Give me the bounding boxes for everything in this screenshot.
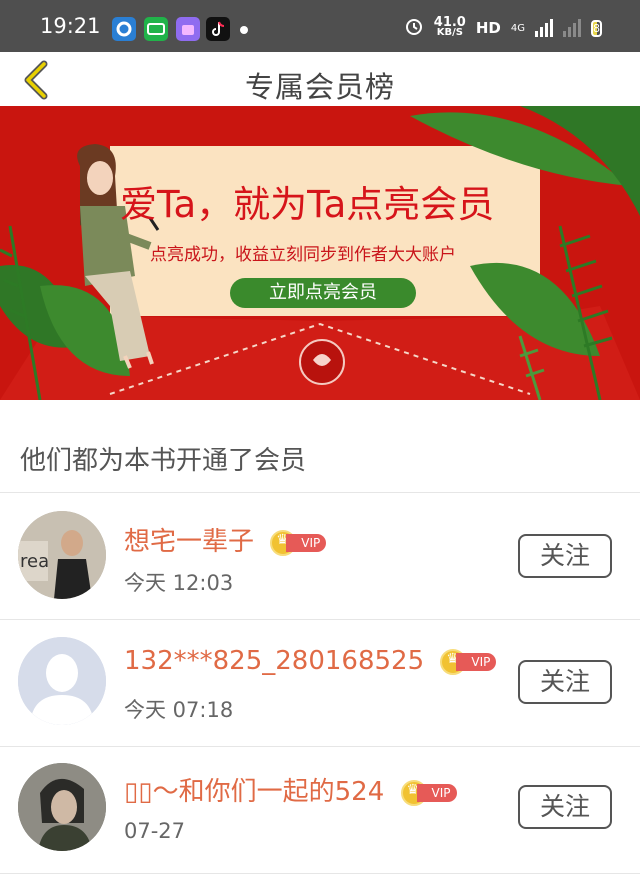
- follow-button[interactable]: 关注: [518, 660, 612, 704]
- signal-icon: [535, 19, 553, 37]
- member-time: 今天 12:03: [124, 571, 234, 595]
- network-speed: 41.0 KB/S: [434, 16, 466, 38]
- member-row[interactable]: ▯▯～和你们一起的524 VIP 07-27 关注: [0, 747, 640, 874]
- status-time: 19:21: [40, 14, 101, 38]
- hd-label: HD: [475, 19, 501, 37]
- speed-unit: KB/S: [436, 27, 463, 38]
- member-row[interactable]: rea 想宅一辈子 VIP 今天 12:03 关注: [0, 493, 640, 620]
- vip-badge: VIP: [400, 779, 457, 806]
- member-time: 今天 07:18: [124, 698, 234, 722]
- vip-badge-label: VIP: [456, 652, 497, 671]
- member-name-text: 132***825_280168525: [124, 646, 425, 676]
- follow-button[interactable]: 关注: [518, 785, 612, 829]
- member-name-text: 想宅一辈子: [124, 527, 255, 557]
- member-avatar[interactable]: [18, 637, 106, 725]
- follow-button[interactable]: 关注: [518, 534, 612, 578]
- browser-app-icon: [112, 17, 136, 41]
- member-name[interactable]: 想宅一辈子 VIP: [124, 521, 327, 558]
- banner-headline: 爱Ta，就为Ta点亮会员: [120, 183, 495, 226]
- member-name-text: ▯▯～和你们一起的524: [124, 777, 385, 807]
- member-avatar[interactable]: rea: [18, 511, 106, 599]
- signal-secondary-icon: [563, 19, 581, 37]
- member-time: 07-27: [124, 819, 186, 843]
- vip-badge-label: VIP: [416, 783, 457, 802]
- notification-dot-icon: [240, 26, 248, 34]
- status-bar: 19:21 41.0 KB/S HD 4G 8: [0, 0, 640, 52]
- tiktok-app-icon: [206, 17, 230, 41]
- vip-badge: VIP: [440, 648, 497, 675]
- battery-icon: 8: [591, 20, 602, 37]
- title-bar: 专属会员榜: [0, 52, 640, 106]
- member-name[interactable]: 132***825_280168525 VIP: [124, 646, 497, 676]
- store-app-icon: [176, 17, 200, 41]
- section-title: 他们都为本书开通了会员: [20, 446, 307, 476]
- status-right-cluster: 41.0 KB/S HD 4G 8: [404, 14, 602, 42]
- banner-subtitle: 点亮成功，收益立刻同步到作者大大账户: [150, 245, 456, 265]
- section-header: 他们都为本书开通了会员: [0, 400, 640, 493]
- vip-badge-label: VIP: [286, 533, 327, 552]
- alarm-icon: [404, 16, 424, 40]
- page-title: 专属会员榜: [244, 70, 395, 104]
- svg-text:rea: rea: [20, 551, 49, 572]
- vip-badge: VIP: [270, 529, 327, 556]
- member-name[interactable]: ▯▯～和你们一起的524 VIP: [124, 771, 457, 808]
- network-label: 4G: [510, 22, 525, 34]
- promo-banner[interactable]: 爱Ta，就为Ta点亮会员 点亮成功，收益立刻同步到作者大大账户 立即点亮会员: [0, 106, 640, 400]
- member-avatar[interactable]: [18, 763, 106, 851]
- iqiyi-app-icon: [144, 17, 168, 41]
- activate-membership-button[interactable]: 立即点亮会员: [230, 278, 416, 308]
- member-row[interactable]: 132***825_280168525 VIP 今天 07:18 关注: [0, 620, 640, 747]
